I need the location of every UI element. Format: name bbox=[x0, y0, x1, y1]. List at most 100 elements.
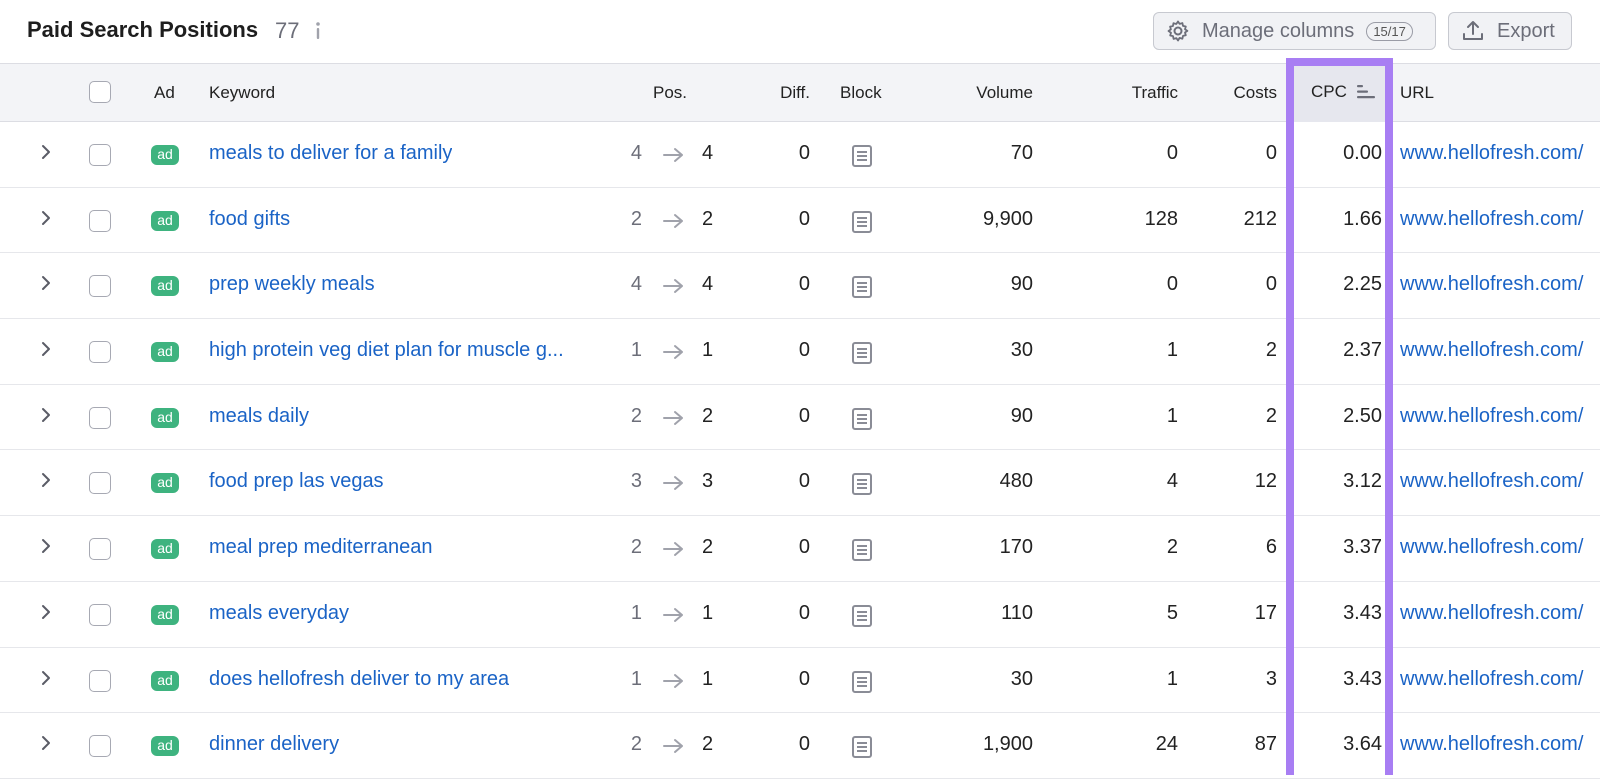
document-icon[interactable] bbox=[851, 407, 873, 431]
column-header-traffic[interactable]: Traffic bbox=[1080, 83, 1178, 103]
chevron-right-icon[interactable] bbox=[40, 144, 52, 160]
current-position: 2 bbox=[702, 536, 714, 559]
url-link[interactable]: www.hellofresh.com/ bbox=[1400, 273, 1583, 296]
sort-ascending-icon[interactable] bbox=[1357, 84, 1376, 100]
arrow-right-icon bbox=[663, 279, 683, 294]
chevron-right-icon[interactable] bbox=[40, 472, 52, 488]
keyword-link[interactable]: prep weekly meals bbox=[209, 273, 375, 296]
keyword-link[interactable]: meals to deliver for a family bbox=[209, 142, 452, 165]
keyword-link[interactable]: meals daily bbox=[209, 405, 309, 428]
chevron-right-icon[interactable] bbox=[40, 538, 52, 554]
keyword-link[interactable]: food gifts bbox=[209, 208, 290, 231]
chevron-right-icon[interactable] bbox=[40, 275, 52, 291]
column-header-keyword[interactable]: Keyword bbox=[209, 83, 275, 103]
traffic-value: 0 bbox=[1166, 273, 1178, 296]
cpc-value: 3.43 bbox=[1343, 601, 1382, 624]
row-checkbox[interactable] bbox=[89, 144, 111, 166]
arrow-right-icon bbox=[663, 148, 683, 162]
volume-value: 1,900 bbox=[982, 733, 1033, 756]
current-position: 2 bbox=[702, 733, 714, 756]
current-position: 2 bbox=[702, 404, 714, 427]
costs-value: 0 bbox=[1265, 142, 1277, 164]
chevron-right-icon[interactable] bbox=[40, 341, 52, 357]
cpc-value: 3.37 bbox=[1343, 536, 1382, 559]
costs-value: 2 bbox=[1265, 339, 1277, 362]
select-all-checkbox[interactable] bbox=[89, 81, 111, 103]
chevron-right-icon[interactable] bbox=[40, 670, 52, 686]
cpc-value: 2.37 bbox=[1343, 339, 1382, 362]
diff-value: 0 bbox=[798, 273, 810, 296]
traffic-value: 1 bbox=[1166, 339, 1178, 362]
cpc-value: 3.64 bbox=[1343, 733, 1382, 756]
row-checkbox[interactable] bbox=[89, 735, 111, 758]
document-icon[interactable] bbox=[851, 472, 873, 496]
document-icon[interactable] bbox=[851, 538, 873, 562]
table-body: ad meals to deliver for a family 4 4 0 7… bbox=[0, 122, 1600, 779]
keyword-link[interactable]: food prep las vegas bbox=[209, 470, 384, 493]
chevron-right-icon[interactable] bbox=[40, 604, 52, 620]
column-header-costs[interactable]: Costs bbox=[1190, 83, 1277, 103]
manage-columns-button[interactable]: Manage columns 15/17 bbox=[1153, 12, 1436, 50]
keyword-link[interactable]: meals everyday bbox=[209, 602, 349, 625]
chevron-right-icon[interactable] bbox=[40, 407, 52, 423]
costs-value: 17 bbox=[1254, 601, 1277, 624]
url-link[interactable]: www.hellofresh.com/ bbox=[1400, 470, 1583, 493]
row-checkbox[interactable] bbox=[89, 341, 111, 364]
diff-value: 0 bbox=[798, 470, 810, 493]
traffic-value: 128 bbox=[1144, 207, 1178, 230]
column-header-ad[interactable]: Ad bbox=[154, 83, 175, 103]
keyword-link[interactable]: high protein veg diet plan for muscle g.… bbox=[209, 339, 564, 362]
diff-value: 0 bbox=[798, 142, 810, 164]
arrow-right-icon bbox=[663, 476, 683, 491]
costs-value: 12 bbox=[1254, 470, 1277, 493]
row-checkbox[interactable] bbox=[89, 603, 111, 626]
document-icon[interactable] bbox=[851, 144, 873, 168]
document-icon[interactable] bbox=[851, 604, 873, 628]
volume-value: 9,900 bbox=[982, 207, 1033, 230]
url-link[interactable]: www.hellofresh.com/ bbox=[1400, 536, 1583, 559]
info-icon[interactable] bbox=[312, 19, 324, 43]
row-checkbox[interactable] bbox=[89, 472, 111, 495]
url-link[interactable]: www.hellofresh.com/ bbox=[1400, 142, 1583, 165]
traffic-value: 0 bbox=[1166, 142, 1178, 164]
row-checkbox[interactable] bbox=[89, 209, 111, 232]
diff-value: 0 bbox=[798, 339, 810, 362]
column-header-cpc[interactable]: CPC bbox=[1311, 82, 1347, 102]
column-header-block[interactable]: Block bbox=[840, 83, 882, 103]
row-checkbox[interactable] bbox=[89, 538, 111, 561]
document-icon[interactable] bbox=[851, 275, 873, 299]
keyword-link[interactable]: dinner delivery bbox=[209, 733, 339, 756]
row-checkbox[interactable] bbox=[89, 275, 111, 298]
column-header-diff[interactable]: Diff. bbox=[760, 83, 810, 103]
traffic-value: 1 bbox=[1166, 667, 1178, 690]
document-icon[interactable] bbox=[851, 210, 873, 234]
chevron-right-icon[interactable] bbox=[40, 210, 52, 226]
report-header: Paid Search Positions 77 Manage columns … bbox=[0, 0, 1600, 63]
cpc-value: 3.43 bbox=[1343, 667, 1382, 690]
url-link[interactable]: www.hellofresh.com/ bbox=[1400, 405, 1583, 428]
column-header-url[interactable]: URL bbox=[1400, 83, 1434, 103]
keyword-link[interactable]: meal prep mediterranean bbox=[209, 536, 432, 559]
document-icon[interactable] bbox=[851, 735, 873, 759]
ad-badge: ad bbox=[151, 736, 179, 757]
document-icon[interactable] bbox=[851, 670, 873, 694]
document-icon[interactable] bbox=[851, 341, 873, 365]
current-position: 1 bbox=[702, 601, 714, 624]
export-button[interactable]: Export bbox=[1448, 12, 1572, 50]
url-link[interactable]: www.hellofresh.com/ bbox=[1400, 208, 1583, 231]
row-checkbox[interactable] bbox=[89, 406, 111, 429]
column-header-pos[interactable]: Pos. bbox=[653, 83, 687, 103]
page-title: Paid Search Positions bbox=[27, 17, 259, 42]
column-header-volume[interactable]: Volume bbox=[940, 83, 1033, 103]
previous-position: 2 bbox=[630, 536, 642, 559]
url-link[interactable]: www.hellofresh.com/ bbox=[1400, 668, 1583, 691]
diff-value: 0 bbox=[798, 733, 810, 756]
keyword-link[interactable]: does hellofresh deliver to my area bbox=[209, 668, 509, 691]
row-checkbox[interactable] bbox=[89, 669, 111, 692]
url-link[interactable]: www.hellofresh.com/ bbox=[1400, 602, 1583, 625]
url-link[interactable]: www.hellofresh.com/ bbox=[1400, 339, 1583, 362]
chevron-right-icon[interactable] bbox=[40, 735, 52, 751]
gear-icon bbox=[1167, 20, 1189, 42]
url-link[interactable]: www.hellofresh.com/ bbox=[1400, 733, 1583, 756]
table-row: ad high protein veg diet plan for muscle… bbox=[0, 319, 1600, 385]
